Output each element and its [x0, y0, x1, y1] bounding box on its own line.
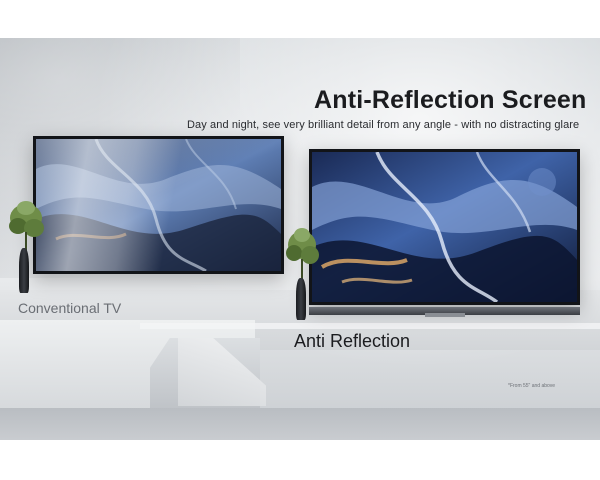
conventional-tv-label: Conventional TV — [18, 300, 122, 316]
floor — [0, 408, 600, 440]
screen-reflection — [36, 139, 281, 271]
conventional-tv-screen — [36, 139, 281, 271]
headline-subtitle: Day and night, see very brilliant detail… — [187, 119, 580, 131]
anti-reflection-tv-screen — [312, 152, 577, 302]
footnote: *From 55" and above — [508, 383, 556, 389]
right-platform-edge — [140, 323, 600, 329]
conventional-tv — [33, 136, 284, 274]
vase — [19, 248, 29, 293]
plant-icon — [9, 201, 44, 256]
anti-reflection-label: Anti Reflection — [294, 331, 411, 351]
abstract-art-image — [312, 152, 577, 302]
tv-stand — [425, 313, 465, 317]
vase — [296, 278, 306, 320]
plant-icon — [286, 228, 319, 283]
anti-reflection-tv — [309, 149, 580, 315]
headline-title: Anti-Reflection Screen — [314, 86, 587, 114]
product-banner: Anti-Reflection Screen Day and night, se… — [0, 38, 600, 440]
